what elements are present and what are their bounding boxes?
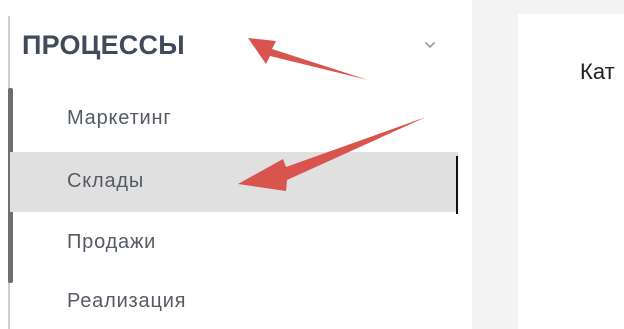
sidebar-item-marketing[interactable]: Маркетинг bbox=[10, 94, 458, 145]
sidebar-item-realization[interactable]: Реализация bbox=[10, 277, 458, 328]
sidebar-item-warehouses[interactable]: Склады bbox=[10, 152, 458, 214]
sidebar-item-label: Склады bbox=[67, 170, 145, 192]
section-header-processes[interactable]: ПРОЦЕССЫ bbox=[0, 26, 472, 70]
sidebar-item-label: Маркетинг bbox=[67, 107, 172, 129]
sidebar-item-sales[interactable]: Продажи bbox=[10, 218, 458, 269]
sidebar: ПРОЦЕССЫ Маркетинг Склады Продажи Реализ… bbox=[0, 0, 472, 329]
active-indicator bbox=[456, 156, 458, 214]
chevron-down-icon bbox=[425, 42, 435, 49]
sidebar-item-label: Реализация bbox=[67, 290, 187, 312]
content-heading: Кат bbox=[580, 59, 615, 84]
section-title: ПРОЦЕССЫ bbox=[22, 30, 185, 60]
sidebar-item-label: Продажи bbox=[67, 231, 157, 253]
